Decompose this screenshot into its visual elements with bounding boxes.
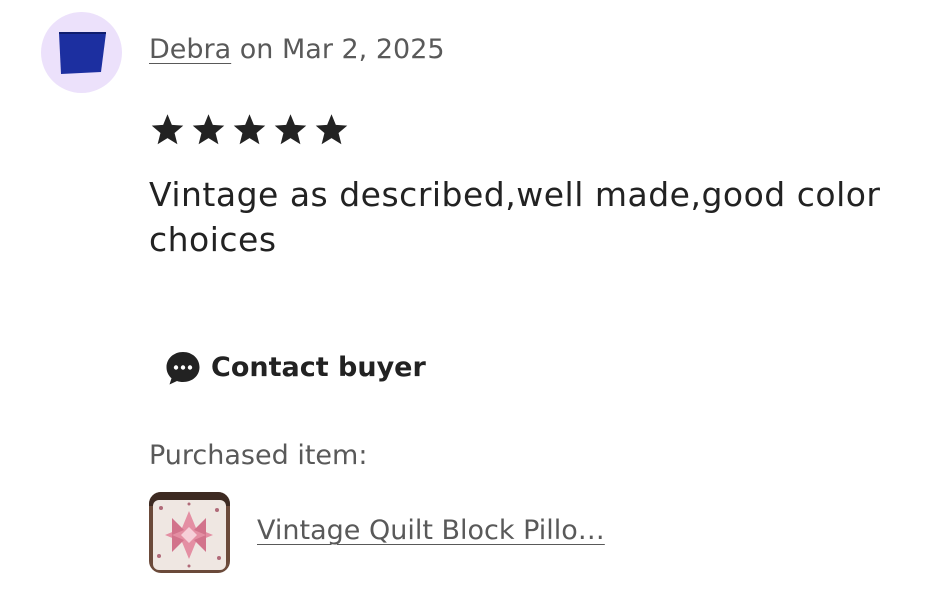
contact-buyer-button[interactable]: Contact buyer — [165, 346, 426, 390]
review-date: on Mar 2, 2025 — [231, 34, 445, 65]
quilt-pillow-image — [149, 492, 230, 573]
review-meta: Debra on Mar 2, 2025 — [149, 32, 445, 68]
contact-buyer-label: Contact buyer — [211, 352, 426, 383]
star-icon — [274, 114, 307, 145]
purchased-item-link[interactable]: Vintage Quilt Block Pillo… — [257, 512, 605, 550]
star-icon — [315, 114, 348, 145]
star-icon — [192, 114, 225, 145]
purchased-item-thumbnail[interactable] — [149, 492, 230, 573]
star-icon — [151, 114, 184, 145]
star-rating — [149, 112, 350, 148]
review-text: Vintage as described,well made,good colo… — [149, 175, 881, 259]
speech-bubble-dots-icon — [166, 352, 200, 385]
reviewer-name-link[interactable]: Debra — [149, 34, 231, 65]
star-icon — [233, 114, 266, 145]
purchased-item-label: Purchased item: — [149, 440, 368, 471]
avatar-image — [58, 31, 106, 74]
reviewer-avatar[interactable] — [41, 12, 122, 93]
